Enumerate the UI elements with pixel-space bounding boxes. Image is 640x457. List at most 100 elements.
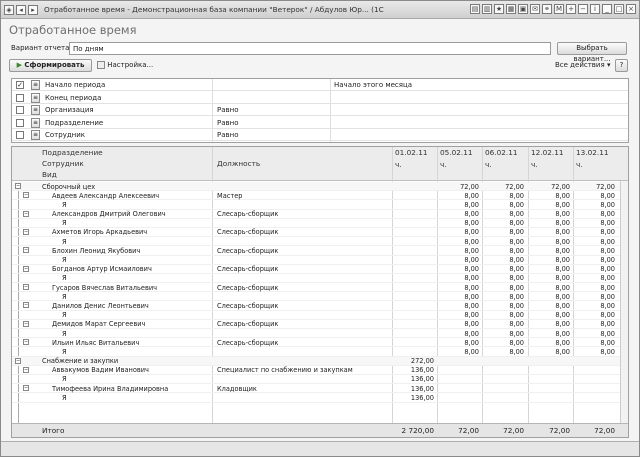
employee-row[interactable]: − Ильин Ильяс Витальевич Слесарь-сборщик 8,… [12,338,628,348]
app-window: ◈ ◂ ▸ Отработанное время - Демонстрацион… [0,0,640,457]
kind-row[interactable]: Я 136,00 [12,375,628,385]
zoom-plus-icon[interactable]: + [566,4,576,14]
row-value: 8,00 [600,320,615,329]
group-row[interactable]: − Сборочный цех 72,00 72,00 72,00 72,00 [12,182,628,192]
collapse-toggle-icon[interactable]: − [23,284,29,291]
param-checkbox[interactable] [16,131,24,140]
kind-row[interactable]: Я 8,00 8,00 8,00 8,00 [12,200,628,210]
app-logo-icon: ◈ [4,4,14,15]
param-comparison[interactable]: Равно [217,106,239,114]
zoom-minus-icon[interactable]: − [578,4,588,14]
mail-icon[interactable]: ✉ [530,4,540,14]
employee-row[interactable]: − Александров Дмитрий Олегович Слесарь-сбо… [12,210,628,219]
collapse-toggle-icon[interactable]: − [23,192,29,199]
param-checkbox[interactable] [16,93,24,102]
param-checkbox[interactable] [16,118,24,127]
param-value[interactable]: Начало этого месяца [334,81,412,89]
select-variant-button[interactable]: Выбрать вариант... [557,42,627,63]
collapse-toggle-icon[interactable]: − [23,247,29,254]
kind-row[interactable]: Я 8,00 8,00 8,00 8,00 [12,347,628,357]
row-value: 8,00 [509,329,524,338]
employee-row[interactable]: − Богданов Артур Исмаилович Слесарь-сборщи… [12,265,628,274]
row-value: 136,00 [410,384,434,393]
employee-row[interactable]: − Тимофеева Ирина Владимировна Кладовщик 13… [12,384,628,394]
collapse-toggle-icon[interactable]: − [23,302,29,309]
collapse-toggle-icon[interactable]: − [23,265,29,272]
row-value: 8,00 [509,246,524,255]
row-value: 8,00 [464,265,479,274]
calculator-icon[interactable]: ▦ [506,4,516,14]
row-value: 8,00 [555,210,570,219]
print-icon[interactable]: ▥ [482,4,492,14]
row-position: Слесарь-сборщик [217,210,279,219]
row-value: 8,00 [555,265,570,274]
row-value: 8,00 [509,237,524,246]
row-value: 72,00 [460,182,479,191]
settings-button-label: Настройка... [107,61,154,69]
employee-row[interactable]: − Аввакумов Вадим Иванович Специалист по с… [12,366,628,375]
collapse-toggle-icon[interactable]: − [23,339,29,346]
param-comparison[interactable]: Равно [217,119,239,127]
generate-button[interactable]: ▶ Сформировать [9,59,92,72]
row-position: Мастер [217,191,243,200]
forward-icon[interactable]: ▸ [28,4,38,15]
kind-row[interactable]: Я 8,00 8,00 8,00 8,00 [12,274,628,284]
total-value: 72,00 [458,426,479,435]
employee-row[interactable]: − Данилов Денис Леонтьевич Слесарь-сборщик… [12,301,628,311]
collapse-toggle-icon[interactable]: − [23,210,29,217]
row-value: 8,00 [464,292,479,301]
row-value: 8,00 [509,292,524,301]
window-title: Отработанное время - Демонстрационная ба… [44,5,384,14]
row-value: 8,00 [600,246,615,255]
row-label: Я [62,292,67,301]
kind-row[interactable]: Я 8,00 8,00 8,00 8,00 [12,329,628,339]
collapse-toggle-icon[interactable]: − [23,385,29,392]
bookmark-icon[interactable]: ★ [494,4,504,14]
kind-row[interactable]: Я 8,00 8,00 8,00 8,00 [12,256,628,265]
vertical-scrollbar[interactable] [620,181,628,425]
row-label: Аввакумов Вадим Иванович [52,366,149,375]
all-actions-menu[interactable]: Все действия ▾ [555,61,610,69]
kind-row[interactable]: Я 8,00 8,00 8,00 8,00 [12,292,628,302]
param-checkbox[interactable] [16,106,24,115]
employee-row[interactable]: − Ахметов Игорь Аркадьевич Слесарь-сборщик… [12,228,628,238]
collapse-toggle-icon[interactable]: − [23,366,29,373]
back-icon[interactable]: ◂ [16,4,26,15]
param-comparison[interactable]: Равно [217,131,239,139]
row-label: Я [62,274,67,283]
header-date: 01.02.11 [395,148,428,157]
collapse-toggle-icon[interactable]: − [23,320,29,327]
row-value: 8,00 [509,338,524,347]
close-icon[interactable]: × [626,4,636,14]
group-row[interactable]: − Снабжение и закупки 272,00 [12,356,628,366]
calendar-icon[interactable]: ▣ [518,4,528,14]
employee-row[interactable]: − Гусаров Вячеслав Витальевич Слесарь-сбор… [12,283,628,293]
kind-row[interactable]: Я 136,00 [12,393,628,403]
param-row: ≡ Сотрудник Равно [12,129,628,142]
row-label: Я [62,393,67,402]
collapse-toggle-icon[interactable]: − [23,228,29,235]
param-name: Конец периода [45,93,102,102]
info-icon[interactable]: i [590,4,600,14]
kind-row[interactable]: Я 8,00 8,00 8,00 8,00 [12,311,628,320]
save-icon[interactable]: ▤ [470,4,480,14]
kind-row[interactable]: Я 8,00 8,00 8,00 8,00 [12,237,628,247]
param-checkbox[interactable]: ✓ [16,81,24,89]
header-unit: ч. [395,160,402,169]
maximize-icon[interactable]: □ [614,4,624,14]
employee-row[interactable]: − Блохин Леонид Якубович Слесарь-сборщик 8,… [12,246,628,256]
row-value: 8,00 [600,265,615,274]
collapse-toggle-icon[interactable]: − [15,183,21,189]
employee-row[interactable]: − Демидов Марат Сергеевич Слесарь-сборщик 8… [12,320,628,329]
help-button[interactable]: ? [615,59,628,72]
variant-field[interactable]: По дням [69,42,551,55]
row-value: 8,00 [464,210,479,219]
minimize-icon[interactable]: _ [602,4,612,14]
row-value: 8,00 [509,219,524,228]
collapse-toggle-icon[interactable]: − [15,357,21,364]
settings-button[interactable]: Настройка... [97,61,153,69]
link-icon[interactable]: ⚭ [542,4,552,14]
zoom-icon[interactable]: M [554,4,564,14]
kind-row[interactable]: Я 8,00 8,00 8,00 8,00 [12,219,628,228]
employee-row[interactable]: − Авдеев Александр Алексеевич Мастер 8,00 8,… [12,191,628,201]
